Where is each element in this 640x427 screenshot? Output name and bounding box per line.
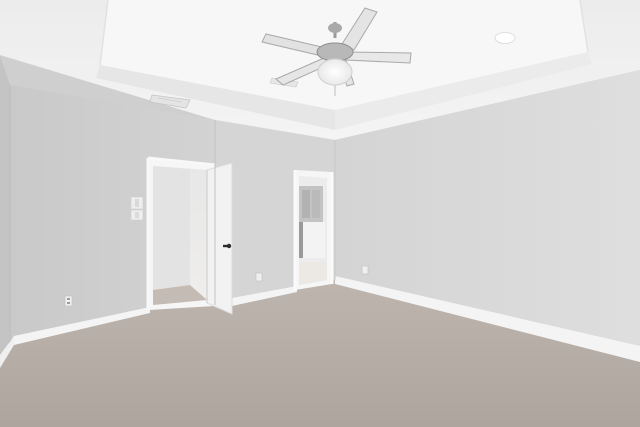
light-switch-icon[interactable] [130, 196, 144, 221]
entry-doorway[interactable] [146, 156, 216, 310]
outlet-icon [64, 295, 73, 307]
outlet-icon [255, 272, 263, 282]
room-illustration [0, 0, 640, 427]
bedroom-photo [0, 0, 640, 427]
bedroom-door[interactable] [206, 162, 233, 315]
closet-doorway[interactable] [293, 170, 334, 290]
far-left-wall [0, 55, 10, 360]
smoke-detector-icon [494, 32, 516, 44]
outlet-icon [361, 265, 369, 275]
